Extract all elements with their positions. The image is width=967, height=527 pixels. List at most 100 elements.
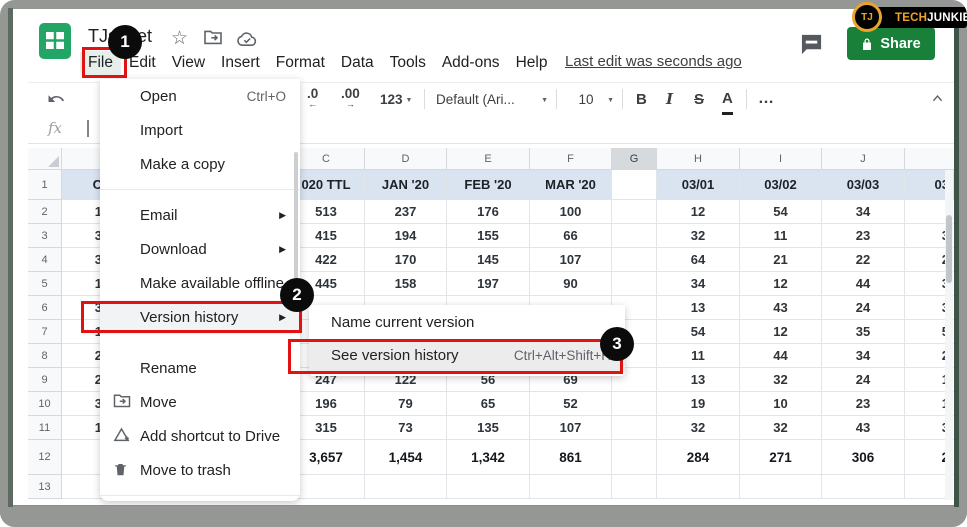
row-header-8[interactable]: 8	[28, 344, 62, 368]
grid-cell-j3[interactable]: 23	[822, 224, 905, 248]
grid-cell-g13[interactable]	[612, 475, 657, 499]
grid-cell-h12[interactable]: 284	[657, 440, 740, 475]
grid-cell-g11[interactable]	[612, 416, 657, 440]
decrease-decimal-button[interactable]: .0←	[307, 86, 318, 112]
select-all-corner[interactable]	[28, 148, 62, 170]
grid-cell-g4[interactable]	[612, 248, 657, 272]
grid-cell-h10[interactable]: 19	[657, 392, 740, 416]
grid-cell-j6[interactable]: 24	[822, 296, 905, 320]
grid-cell-g10[interactable]	[612, 392, 657, 416]
grid-cell-h8[interactable]: 11	[657, 344, 740, 368]
grid-cell-e1[interactable]: FEB '20	[447, 170, 530, 200]
row-header-2[interactable]: 2	[28, 200, 62, 224]
number-format-button[interactable]: 123▼	[380, 86, 412, 112]
italic-button[interactable]: I	[666, 86, 673, 112]
row-header-3[interactable]: 3	[28, 224, 62, 248]
grid-cell-e4[interactable]: 145	[447, 248, 530, 272]
collapse-toolbar-button[interactable]	[930, 86, 945, 112]
grid-cell-j9[interactable]: 24	[822, 368, 905, 392]
grid-cell-j7[interactable]: 35	[822, 320, 905, 344]
grid-cell-h13[interactable]	[657, 475, 740, 499]
grid-cell-i1[interactable]: 03/02	[740, 170, 822, 200]
grid-cell-d2[interactable]: 237	[365, 200, 447, 224]
grid-cell-e3[interactable]: 155	[447, 224, 530, 248]
menu-tools[interactable]: Tools	[382, 51, 434, 75]
grid-cell-j11[interactable]: 43	[822, 416, 905, 440]
grid-cell-f2[interactable]: 100	[530, 200, 612, 224]
grid-cell-f12[interactable]: 861	[530, 440, 612, 475]
grid-cell-i13[interactable]	[740, 475, 822, 499]
grid-cell-f3[interactable]: 66	[530, 224, 612, 248]
grid-cell-h2[interactable]: 12	[657, 200, 740, 224]
grid-cell-h5[interactable]: 34	[657, 272, 740, 296]
grid-cell-g12[interactable]	[612, 440, 657, 475]
grid-cell-i11[interactable]: 32	[740, 416, 822, 440]
grid-cell-g1[interactable]	[612, 170, 657, 200]
grid-cell-d12[interactable]: 1,454	[365, 440, 447, 475]
grid-cell-d5[interactable]: 158	[365, 272, 447, 296]
share-button[interactable]: Share	[847, 27, 935, 60]
grid-cell-j12[interactable]: 306	[822, 440, 905, 475]
menu-view[interactable]: View	[164, 51, 213, 75]
file-menu-email[interactable]: Email ▶	[100, 198, 300, 232]
file-menu-move[interactable]: Move	[100, 385, 300, 419]
grid-cell-d13[interactable]	[365, 475, 447, 499]
grid-cell-e10[interactable]: 65	[447, 392, 530, 416]
column-header-d[interactable]: D	[365, 148, 447, 170]
font-family-select[interactable]: Default (Ari...▼	[436, 86, 548, 112]
file-menu-add-shortcut-to-drive[interactable]: Add shortcut to Drive	[100, 419, 300, 453]
row-header-7[interactable]: 7	[28, 320, 62, 344]
grid-cell-j10[interactable]: 23	[822, 392, 905, 416]
grid-cell-f5[interactable]: 90	[530, 272, 612, 296]
grid-cell-j1[interactable]: 03/03	[822, 170, 905, 200]
file-menu-make-available-offline[interactable]: Make available offline	[100, 266, 300, 300]
file-menu-rename[interactable]: Rename	[100, 351, 300, 385]
grid-cell-f4[interactable]: 107	[530, 248, 612, 272]
grid-cell-i9[interactable]: 32	[740, 368, 822, 392]
grid-cell-g3[interactable]	[612, 224, 657, 248]
grid-cell-f1[interactable]: MAR '20	[530, 170, 612, 200]
grid-cell-i2[interactable]: 54	[740, 200, 822, 224]
bold-button[interactable]: B	[636, 86, 647, 112]
column-header-e[interactable]: E	[447, 148, 530, 170]
grid-cell-i3[interactable]: 11	[740, 224, 822, 248]
grid-cell-e13[interactable]	[447, 475, 530, 499]
grid-cell-f11[interactable]: 107	[530, 416, 612, 440]
move-folder-icon[interactable]	[203, 29, 223, 50]
grid-cell-e5[interactable]: 197	[447, 272, 530, 296]
grid-cell-g5[interactable]	[612, 272, 657, 296]
submenu-name-current-version[interactable]: Name current version	[309, 305, 625, 339]
row-header-6[interactable]: 6	[28, 296, 62, 320]
grid-cell-h9[interactable]: 13	[657, 368, 740, 392]
grid-cell-d3[interactable]: 194	[365, 224, 447, 248]
grid-cell-j4[interactable]: 22	[822, 248, 905, 272]
grid-cell-h3[interactable]: 32	[657, 224, 740, 248]
grid-cell-e2[interactable]: 176	[447, 200, 530, 224]
row-header-10[interactable]: 10	[28, 392, 62, 416]
grid-cell-i12[interactable]: 271	[740, 440, 822, 475]
undo-button[interactable]	[46, 86, 66, 112]
grid-cell-d4[interactable]: 170	[365, 248, 447, 272]
menu-addons[interactable]: Add-ons	[434, 51, 508, 75]
row-header-4[interactable]: 4	[28, 248, 62, 272]
grid-cell-i4[interactable]: 21	[740, 248, 822, 272]
menu-format[interactable]: Format	[268, 51, 333, 75]
grid-cell-h11[interactable]: 32	[657, 416, 740, 440]
grid-cell-e12[interactable]: 1,342	[447, 440, 530, 475]
grid-cell-j8[interactable]: 34	[822, 344, 905, 368]
column-header-f[interactable]: F	[530, 148, 612, 170]
column-header-k[interactable]	[905, 148, 960, 170]
menu-insert[interactable]: Insert	[213, 51, 268, 75]
text-color-button[interactable]: A	[722, 86, 733, 115]
file-menu-download[interactable]: Download ▶	[100, 232, 300, 266]
row-header-5[interactable]: 5	[28, 272, 62, 296]
grid-cell-f10[interactable]: 52	[530, 392, 612, 416]
grid-cell-h6[interactable]: 13	[657, 296, 740, 320]
grid-cell-j5[interactable]: 44	[822, 272, 905, 296]
font-size-select[interactable]: 10▼	[568, 86, 614, 112]
vertical-scrollbar[interactable]	[945, 170, 953, 500]
menu-help[interactable]: Help	[508, 51, 556, 75]
column-header-g[interactable]: G	[612, 148, 657, 170]
more-options-button[interactable]: …	[758, 86, 774, 112]
row-header-9[interactable]: 9	[28, 368, 62, 392]
